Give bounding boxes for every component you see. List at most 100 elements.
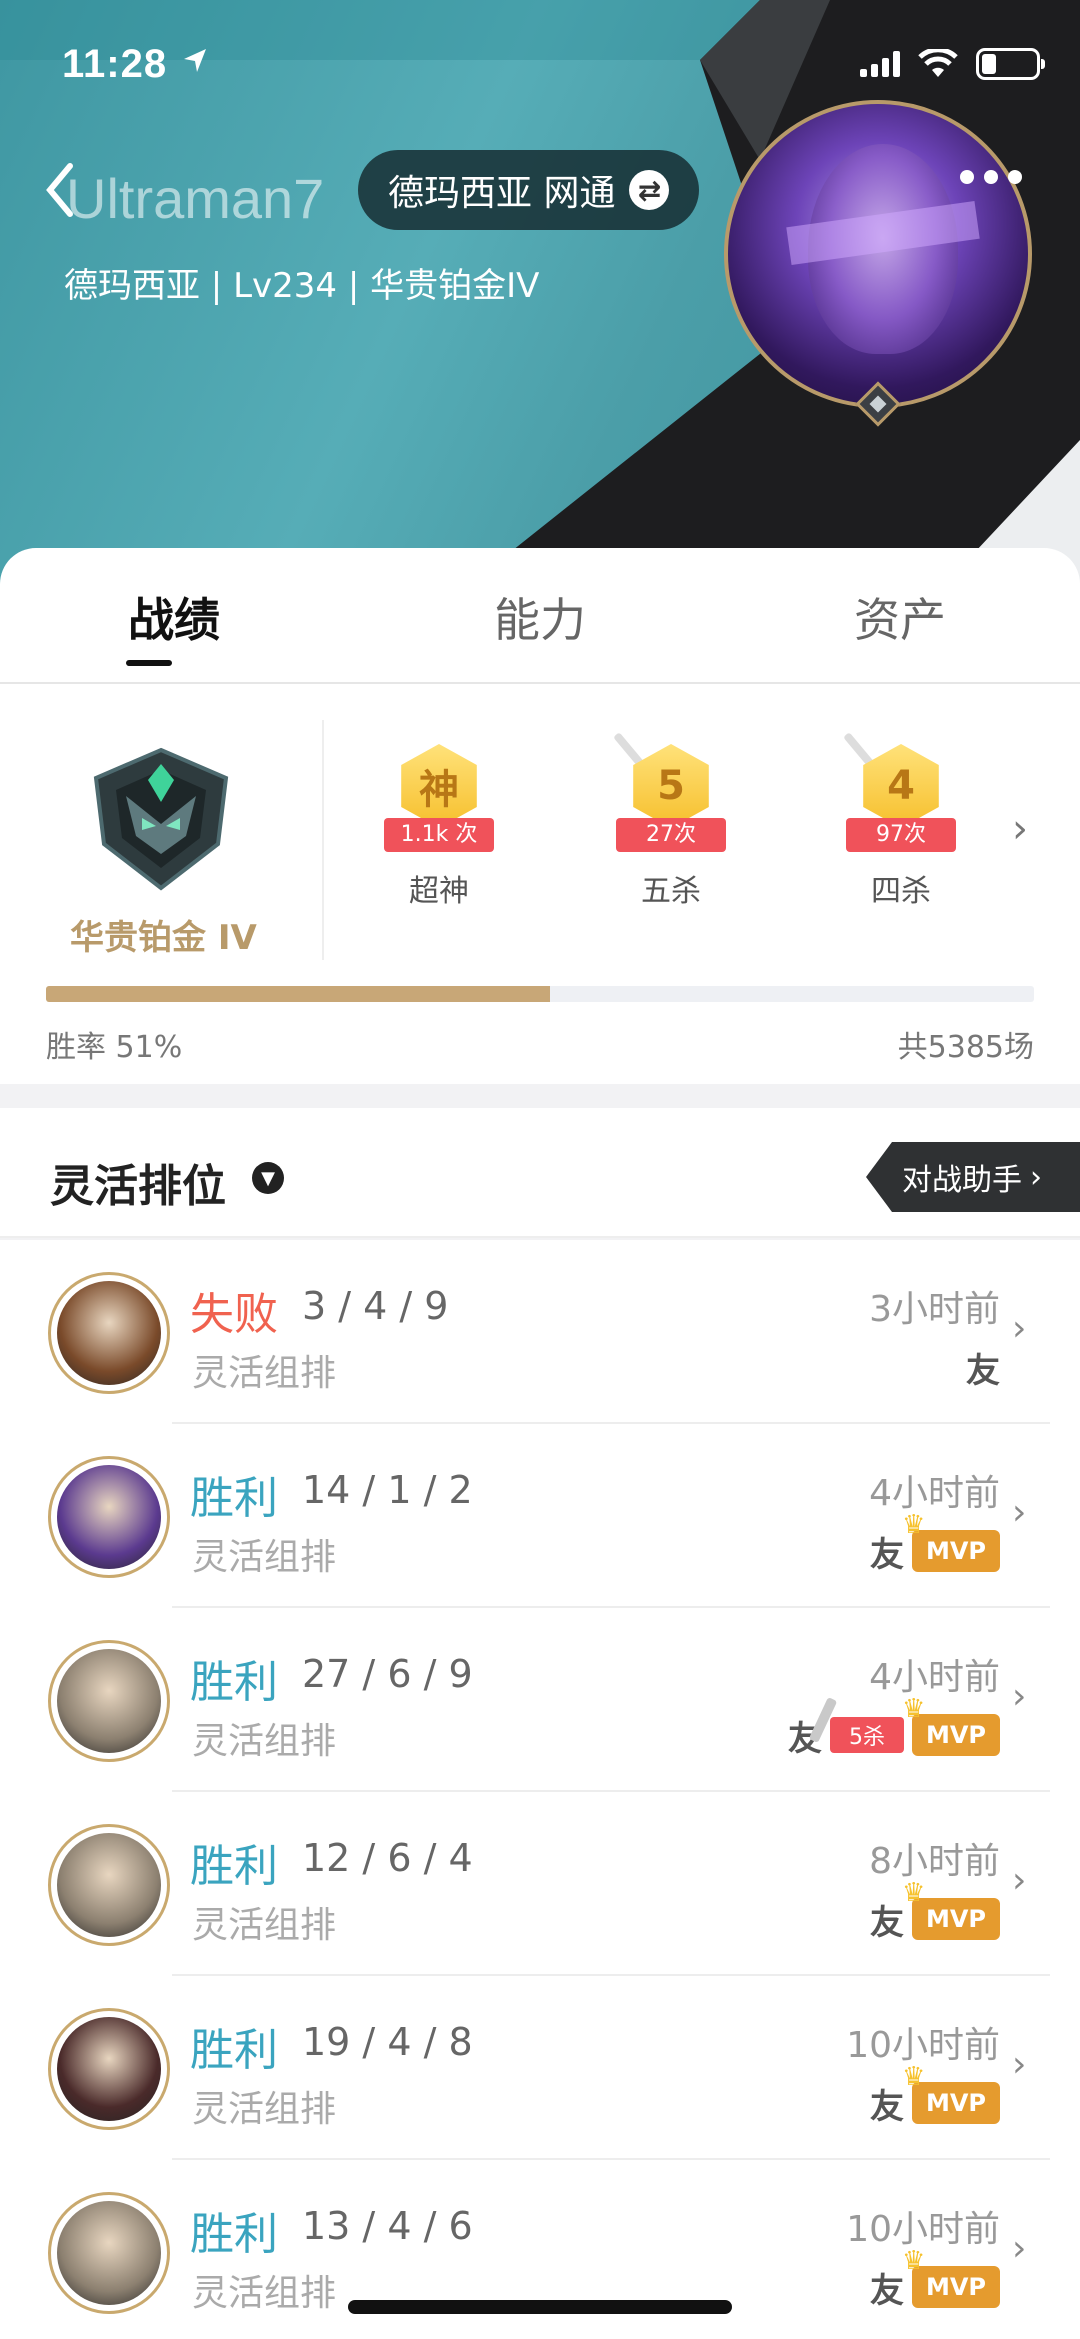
queue-mode-title[interactable]: 灵活排位 bbox=[50, 1150, 226, 1214]
winrate-bar-fill bbox=[46, 986, 550, 1002]
location-arrow-icon bbox=[184, 49, 206, 72]
match-row[interactable]: 胜利14 / 1 / 2灵活组排4小时前友MVP› bbox=[0, 1424, 1080, 1608]
champion-avatar bbox=[48, 1456, 170, 1578]
match-time: 8小时前 bbox=[869, 1841, 1000, 1882]
winrate-text: 胜率 51% bbox=[46, 1030, 183, 1065]
chevron-right-icon: › bbox=[1012, 2044, 1027, 2085]
badge-quadrakill[interactable]: 4 97次 四杀 bbox=[826, 732, 976, 910]
chevron-right-icon[interactable]: › bbox=[1012, 806, 1028, 852]
match-mode: 灵活组排 bbox=[192, 1905, 337, 1946]
rank-name: 华贵铂金 IV bbox=[70, 918, 257, 958]
match-mode: 灵活组排 bbox=[192, 1721, 337, 1762]
battery-icon bbox=[976, 48, 1045, 80]
tab-active-indicator bbox=[126, 660, 172, 666]
badge-label: 超神 bbox=[409, 874, 469, 909]
match-tags: 友MVP bbox=[870, 2062, 1000, 2130]
badge-count: 1.1k 次 bbox=[384, 818, 494, 852]
profile-header: 11:28 Ultraman7 德玛西亚 网通 ⇄ 德玛西亚 | Lv234 |… bbox=[0, 0, 1080, 600]
badge-label: 五杀 bbox=[641, 874, 701, 909]
match-kda: 13 / 4 / 6 bbox=[302, 2204, 473, 2248]
match-mode: 灵活组排 bbox=[192, 2273, 337, 2314]
more-options-icon[interactable] bbox=[960, 170, 1022, 184]
server-name: 德玛西亚 网通 bbox=[388, 173, 616, 214]
match-result: 胜利 bbox=[190, 1657, 278, 1708]
match-history-list: 失败 3 / 4 / 9 灵活组排 3小时前友 › 胜利 14 / 1 / 2 灵活组排 4小时… bbox=[0, 1240, 1080, 2339]
profile-avatar[interactable] bbox=[724, 100, 1032, 408]
winrate-bar bbox=[46, 986, 1034, 1002]
tab-record[interactable]: 战绩 bbox=[128, 584, 220, 650]
badge-count: 27次 bbox=[616, 818, 726, 852]
tab-ability[interactable]: 能力 bbox=[494, 584, 586, 650]
tab-bar: 战绩 能力 资产 bbox=[0, 548, 1080, 684]
match-tags: 友MVP bbox=[870, 1878, 1000, 1946]
chevron-right-icon: › bbox=[1012, 1492, 1027, 1533]
username: Ultraman7 bbox=[66, 167, 325, 230]
friend-tag: 友 bbox=[966, 1350, 1000, 1391]
pentakill-tag: 5杀 bbox=[830, 1717, 904, 1753]
match-row[interactable]: 失败 3 / 4 / 9 灵活组排 3小时前友 › bbox=[0, 1240, 1080, 1424]
mvp-tag: MVP bbox=[902, 2246, 1000, 2308]
badge-legendary[interactable]: 神 1.1k 次 超神 bbox=[364, 736, 514, 910]
friend-tag: 友 bbox=[870, 1902, 904, 1943]
mvp-tag: MVP bbox=[902, 1878, 1000, 1940]
match-row[interactable]: 胜利12 / 6 / 4灵活组排8小时前友MVP› bbox=[0, 1792, 1080, 1976]
match-result: 胜利 bbox=[190, 2209, 278, 2260]
champion-avatar bbox=[48, 1272, 170, 1394]
match-time: 10小时前 bbox=[846, 2209, 1000, 2250]
mvp-tag: MVP bbox=[902, 1510, 1000, 1572]
match-tags: 友 bbox=[966, 1340, 1000, 1394]
profile-subinfo: 德玛西亚 | Lv234 | 华贵铂金IV bbox=[64, 266, 540, 306]
mvp-tag: MVP bbox=[902, 1694, 1000, 1756]
match-mode: 灵活组排 bbox=[192, 1537, 337, 1578]
match-tags: 友5杀MVP bbox=[788, 1694, 1000, 1762]
match-result: 失败 bbox=[190, 1289, 278, 1340]
badge-label: 四杀 bbox=[871, 874, 931, 909]
friend-tag: 友 bbox=[870, 1534, 904, 1575]
match-result: 胜利 bbox=[190, 1473, 278, 1524]
chevron-right-icon: › bbox=[1030, 1159, 1042, 1195]
rank-emblem-icon bbox=[93, 747, 229, 891]
champion-avatar bbox=[48, 2192, 170, 2314]
cellular-signal-icon bbox=[860, 51, 900, 77]
mvp-tag: MVP bbox=[902, 2062, 1000, 2124]
match-time: 3小时前 bbox=[869, 1289, 1000, 1330]
match-mode: 灵活组排 bbox=[192, 2089, 337, 2130]
tab-assets[interactable]: 资产 bbox=[854, 584, 946, 650]
battle-assistant-button[interactable]: 对战助手 › bbox=[866, 1142, 1080, 1212]
rank-summary-card[interactable]: 华贵铂金 IV 神 1.1k 次 超神 5 27次 五杀 4 97次 四杀 › … bbox=[0, 684, 1080, 1084]
match-kda: 3 / 4 / 9 bbox=[302, 1284, 449, 1328]
match-mode: 灵活组排 bbox=[192, 1353, 337, 1394]
chevron-right-icon: › bbox=[1012, 1860, 1027, 1901]
friend-tag: 友 bbox=[870, 2270, 904, 2311]
match-tags: 友MVP bbox=[870, 1510, 1000, 1578]
swap-icon: ⇄ bbox=[629, 170, 670, 210]
champion-avatar bbox=[48, 2008, 170, 2130]
match-kda: 19 / 4 / 8 bbox=[302, 2020, 473, 2064]
match-tags: 友MVP bbox=[870, 2246, 1000, 2314]
match-time: 10小时前 bbox=[846, 2025, 1000, 2066]
queue-mode-bar: 灵活排位 ▼ 对战助手 › bbox=[0, 1108, 1080, 1238]
chevron-right-icon: › bbox=[1012, 1308, 1027, 1349]
server-switch-button[interactable]: 德玛西亚 网通 ⇄ bbox=[358, 150, 700, 230]
match-result: 胜利 bbox=[190, 1841, 278, 1892]
match-kda: 14 / 1 / 2 bbox=[302, 1468, 473, 1512]
status-time: 11:28 bbox=[62, 42, 168, 86]
total-games-text: 共5385场 bbox=[897, 1030, 1034, 1065]
badge-pentakill[interactable]: 5 27次 五杀 bbox=[596, 732, 746, 910]
chevron-right-icon: › bbox=[1012, 1676, 1027, 1717]
friend-tag: 友 bbox=[870, 2086, 904, 2127]
wifi-icon bbox=[918, 49, 958, 77]
match-time: 4小时前 bbox=[869, 1473, 1000, 1514]
match-time: 4小时前 bbox=[869, 1657, 1000, 1698]
home-indicator[interactable] bbox=[348, 2300, 732, 2314]
match-kda: 12 / 6 / 4 bbox=[302, 1836, 473, 1880]
match-row[interactable]: 胜利 27 / 6 / 9 灵活组排 4小时前友5杀MVP › bbox=[0, 1608, 1080, 1792]
chevron-right-icon: › bbox=[1012, 2228, 1027, 2269]
champion-avatar bbox=[48, 1824, 170, 1946]
match-row[interactable]: 胜利19 / 4 / 8灵活组排10小时前友MVP› bbox=[0, 1976, 1080, 2160]
badge-count: 97次 bbox=[846, 818, 956, 852]
match-kda: 27 / 6 / 9 bbox=[302, 1652, 473, 1696]
chevron-down-icon[interactable]: ▼ bbox=[252, 1162, 284, 1194]
match-result: 胜利 bbox=[190, 2025, 278, 2076]
champion-avatar bbox=[48, 1640, 170, 1762]
